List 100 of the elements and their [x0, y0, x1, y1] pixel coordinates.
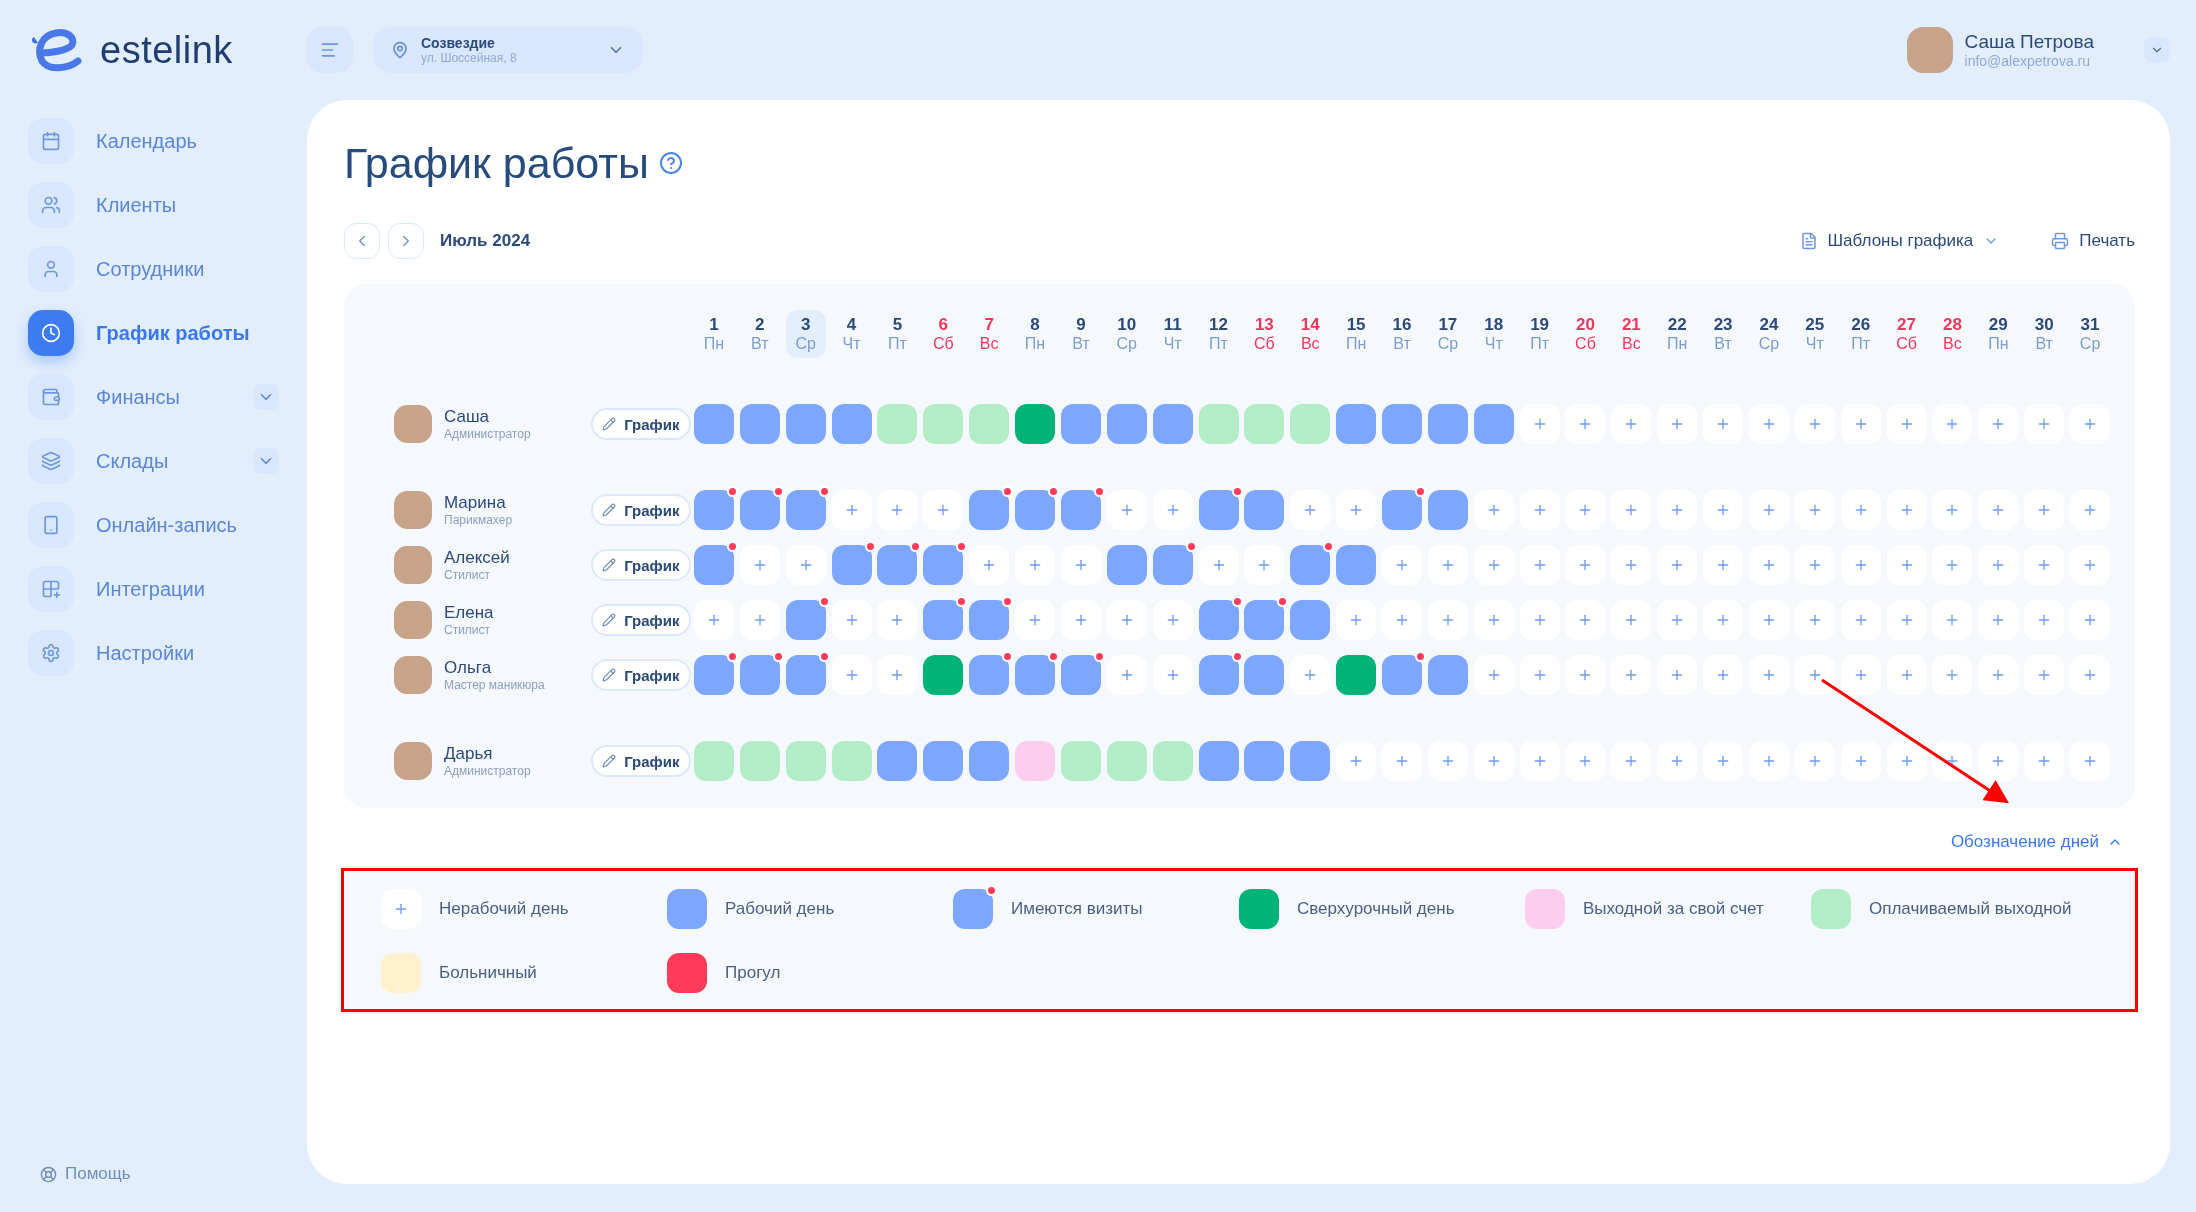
day-header[interactable]: 4 Чт	[831, 310, 872, 358]
non-working-day-cell[interactable]	[1840, 600, 1881, 640]
non-working-day-cell[interactable]	[2024, 545, 2065, 585]
print-button[interactable]: Печать	[2051, 231, 2135, 251]
non-working-day-cell[interactable]	[1565, 545, 1606, 585]
working-day-cell[interactable]	[1106, 545, 1147, 585]
paid-day-off-cell[interactable]	[693, 741, 734, 781]
non-working-day-cell[interactable]	[1611, 655, 1652, 695]
schedule-button[interactable]: График	[590, 549, 691, 581]
working-day-cell[interactable]	[693, 404, 734, 444]
working-day-cell[interactable]	[1427, 655, 1468, 695]
non-working-day-cell[interactable]	[1473, 600, 1514, 640]
working-day-cell[interactable]	[969, 741, 1010, 781]
non-working-day-cell[interactable]	[1932, 600, 1973, 640]
non-working-day-cell[interactable]	[1657, 741, 1698, 781]
expand-button[interactable]	[253, 384, 279, 410]
working-day-cell[interactable]	[923, 741, 964, 781]
day-header[interactable]: 1 Пн	[693, 310, 734, 358]
paid-day-off-cell[interactable]	[739, 741, 780, 781]
day-header[interactable]: 11 Чт	[1152, 310, 1193, 358]
non-working-day-cell[interactable]	[1519, 404, 1560, 444]
day-header[interactable]: 17 Ср	[1427, 310, 1468, 358]
non-working-day-cell[interactable]	[1336, 741, 1377, 781]
non-working-day-cell[interactable]	[1290, 490, 1331, 530]
menu-button[interactable]	[307, 27, 353, 73]
sick-day-cell[interactable]	[381, 953, 421, 993]
paid-day-off-cell[interactable]	[1811, 889, 1851, 929]
non-working-day-cell[interactable]	[1840, 545, 1881, 585]
non-working-day-cell[interactable]	[1152, 490, 1193, 530]
day-header[interactable]: 5 Пт	[877, 310, 918, 358]
day-header[interactable]: 21 Вс	[1611, 310, 1652, 358]
working-day-cell[interactable]	[831, 404, 872, 444]
sidebar-item[interactable]: График работы	[28, 310, 279, 356]
paid-day-off-cell[interactable]	[877, 404, 918, 444]
non-working-day-cell[interactable]	[969, 545, 1010, 585]
day-header[interactable]: 2 Вт	[739, 310, 780, 358]
non-working-day-cell[interactable]	[1106, 655, 1147, 695]
working-day-cell[interactable]	[1244, 741, 1285, 781]
absence-day-cell[interactable]	[667, 953, 707, 993]
non-working-day-cell[interactable]	[739, 545, 780, 585]
day-header[interactable]: 20 Сб	[1565, 310, 1606, 358]
overtime-day-cell[interactable]	[1239, 889, 1279, 929]
non-working-day-cell[interactable]	[1886, 741, 1927, 781]
non-working-day-cell[interactable]	[1427, 741, 1468, 781]
non-working-day-cell[interactable]	[1611, 404, 1652, 444]
unpaid-day-off-cell[interactable]	[1525, 889, 1565, 929]
day-header[interactable]: 3 Ср	[785, 310, 826, 358]
user-menu-button[interactable]	[2144, 37, 2170, 63]
paid-day-off-cell[interactable]	[1198, 404, 1239, 444]
non-working-day-cell[interactable]	[2070, 490, 2111, 530]
non-working-day-cell[interactable]	[1703, 545, 1744, 585]
paid-day-off-cell[interactable]	[1290, 404, 1331, 444]
non-working-day-cell[interactable]	[1703, 741, 1744, 781]
working-day-cell[interactable]	[1473, 404, 1514, 444]
day-header[interactable]: 6 Сб	[923, 310, 964, 358]
working-day-cell[interactable]	[1244, 655, 1285, 695]
non-working-day-cell[interactable]	[1978, 741, 2019, 781]
non-working-day-cell[interactable]	[1840, 404, 1881, 444]
non-working-day-cell[interactable]	[1978, 404, 2019, 444]
non-working-day-cell[interactable]	[1794, 490, 1835, 530]
non-working-day-cell[interactable]	[1473, 741, 1514, 781]
non-working-day-cell[interactable]	[1703, 655, 1744, 695]
non-working-day-cell[interactable]	[1611, 600, 1652, 640]
non-working-day-cell[interactable]	[739, 600, 780, 640]
working-day-cell[interactable]	[1427, 404, 1468, 444]
non-working-day-cell[interactable]	[2070, 404, 2111, 444]
non-working-day-cell[interactable]	[2070, 545, 2111, 585]
non-working-day-cell[interactable]	[1794, 741, 1835, 781]
next-month-button[interactable]	[388, 223, 424, 259]
paid-day-off-cell[interactable]	[1152, 741, 1193, 781]
working-day-cell[interactable]	[1290, 741, 1331, 781]
non-working-day-cell[interactable]	[1244, 545, 1285, 585]
paid-day-off-cell[interactable]	[1244, 404, 1285, 444]
non-working-day-cell[interactable]	[1657, 600, 1698, 640]
non-working-day-cell[interactable]	[1565, 490, 1606, 530]
non-working-day-cell[interactable]	[1290, 655, 1331, 695]
day-header[interactable]: 23 Вт	[1703, 310, 1744, 358]
paid-day-off-cell[interactable]	[923, 404, 964, 444]
non-working-day-cell[interactable]	[1748, 600, 1789, 640]
working-day-cell[interactable]	[1336, 545, 1377, 585]
non-working-day-cell[interactable]	[831, 490, 872, 530]
working-day-cell[interactable]	[1106, 404, 1147, 444]
working-day-cell[interactable]	[1152, 404, 1193, 444]
working-day-cell[interactable]	[1382, 404, 1422, 444]
non-working-day-cell[interactable]	[1519, 545, 1560, 585]
non-working-day-cell[interactable]	[1978, 490, 2019, 530]
non-working-day-cell[interactable]	[1748, 741, 1789, 781]
non-working-day-cell[interactable]	[1932, 404, 1973, 444]
non-working-day-cell[interactable]	[1840, 490, 1881, 530]
overtime-day-cell[interactable]	[1336, 655, 1377, 695]
working-day-cell[interactable]	[785, 404, 826, 444]
working-day-cell[interactable]	[1060, 404, 1101, 444]
non-working-day-cell[interactable]	[2024, 600, 2065, 640]
non-working-day-cell[interactable]	[785, 545, 826, 585]
working-day-cell[interactable]	[877, 741, 918, 781]
legend-toggle[interactable]: Обозначение дней	[1950, 832, 2123, 852]
schedule-button[interactable]: График	[590, 659, 691, 691]
non-working-day-cell[interactable]	[1657, 545, 1698, 585]
help-icon[interactable]	[658, 151, 683, 175]
non-working-day-cell[interactable]	[1519, 655, 1560, 695]
